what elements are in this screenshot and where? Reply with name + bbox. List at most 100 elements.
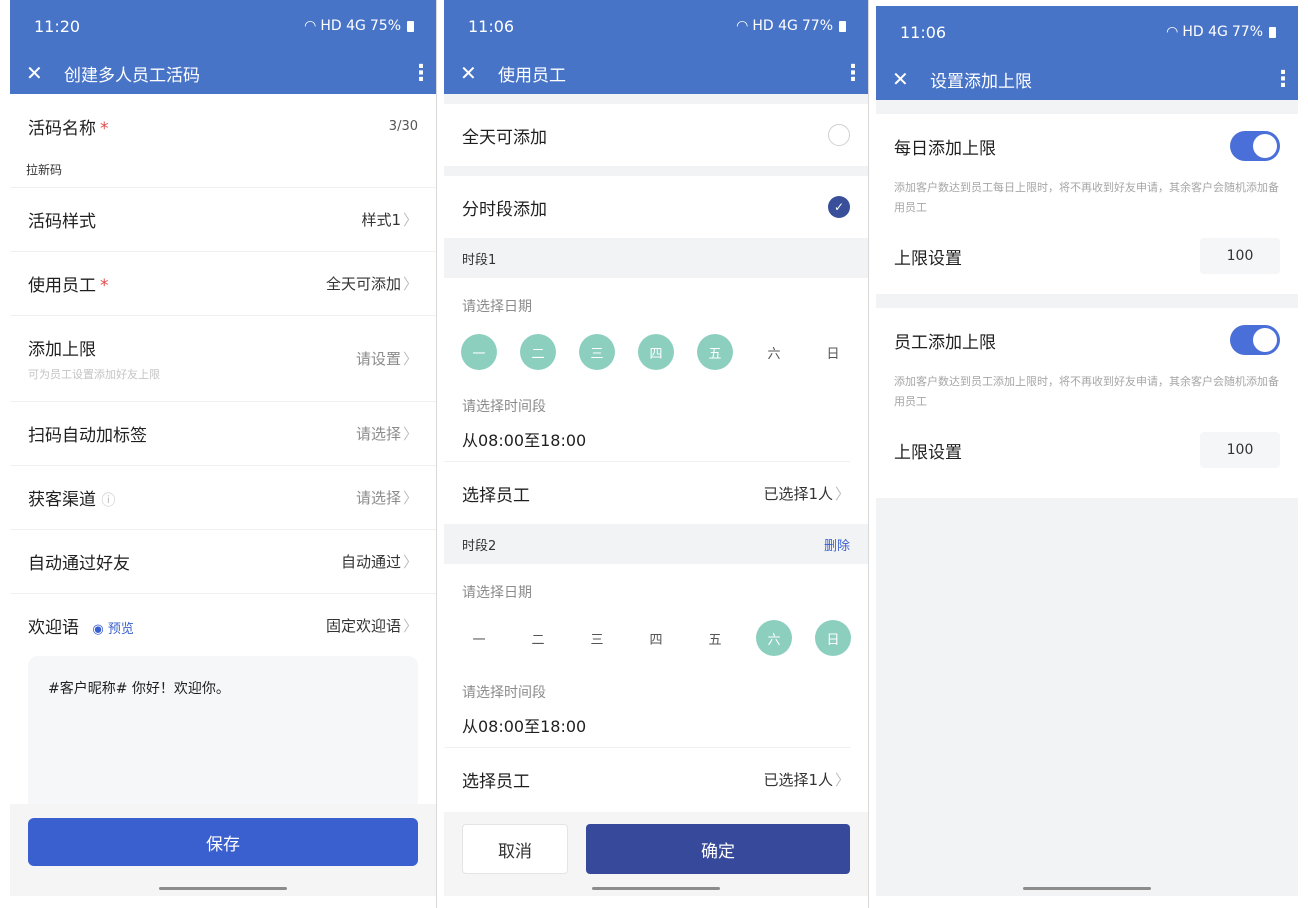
- channel-label: 获客渠道 ⓘ: [28, 490, 116, 510]
- allday-option[interactable]: 全天可添加: [444, 104, 868, 166]
- char-counter: 3/30: [388, 119, 418, 134]
- radio-checked-icon[interactable]: ✓: [828, 196, 850, 218]
- close-icon[interactable]: ✕: [460, 61, 492, 85]
- battery-level: 75%: [369, 18, 401, 34]
- cancel-button[interactable]: 取消: [462, 824, 568, 874]
- day-chip[interactable]: 二: [520, 620, 556, 656]
- limit-row[interactable]: 添加上限 可为员工设置添加好友上限 请设置〉: [10, 316, 436, 402]
- period1-header: 时段1: [444, 238, 868, 278]
- name-input[interactable]: 拉新码: [26, 161, 418, 178]
- day-chip[interactable]: 二: [520, 334, 556, 370]
- welcome-text-box[interactable]: #客户昵称# 你好！欢迎你。: [28, 656, 418, 826]
- date-hint: 请选择日期: [462, 585, 532, 601]
- empty-area: [876, 498, 1298, 896]
- daily-limit-input[interactable]: 100: [1200, 238, 1280, 274]
- limit-setting-label: 上限设置: [894, 248, 962, 269]
- period1-days: 一 二 三 四 五 六 日: [444, 334, 868, 370]
- more-icon[interactable]: ⋮: [1272, 67, 1294, 92]
- style-row[interactable]: 活码样式 样式1 〉: [10, 188, 436, 252]
- toggle-knob: [1253, 134, 1277, 158]
- staff-limit-input[interactable]: 100: [1200, 432, 1280, 468]
- day-chip[interactable]: 三: [579, 334, 615, 370]
- section-gap: [444, 166, 868, 176]
- footer: 保存: [10, 804, 436, 896]
- day-chip[interactable]: 日: [815, 334, 851, 370]
- chevron-right-icon: 〉: [402, 425, 418, 443]
- home-indicator: [1023, 887, 1151, 890]
- timed-option[interactable]: 分时段添加 ✓: [444, 176, 868, 238]
- battery-level: 77%: [801, 18, 833, 34]
- close-icon[interactable]: ✕: [26, 61, 58, 85]
- status-bar: 11:20 ◠ HD 4G 75%: [10, 0, 436, 52]
- more-icon[interactable]: ⋮: [410, 61, 432, 86]
- day-chip[interactable]: 日: [815, 620, 851, 656]
- style-value: 样式1: [361, 211, 401, 229]
- use-staff-screen: 11:06 ◠ HD 4G 77% ✕ 使用员工 ⋮ 全天可添加 分时段添加 ✓…: [444, 0, 868, 896]
- limit-setting-label: 上限设置: [894, 442, 962, 463]
- staff-row[interactable]: 使用员工 * 全天可添加〉: [10, 252, 436, 316]
- battery-icon: [407, 20, 414, 32]
- auto-accept-row[interactable]: 自动通过好友 自动通过〉: [10, 530, 436, 594]
- date-hint: 请选择日期: [462, 299, 532, 315]
- limit-sub: 可为员工设置添加好友上限: [28, 368, 160, 381]
- day-chip[interactable]: 六: [756, 620, 792, 656]
- battery-icon: [839, 20, 846, 32]
- app-bar: ✕ 创建多人员工活码 ⋮: [10, 52, 436, 94]
- staff-limit-label: 员工添加上限: [894, 332, 996, 353]
- time-value[interactable]: 从08:00至18:00: [444, 427, 604, 451]
- status-icons: ◠ HD 4G 75%: [304, 18, 414, 34]
- day-chip[interactable]: 三: [579, 620, 615, 656]
- chevron-right-icon: 〉: [834, 484, 850, 503]
- delete-link[interactable]: 删除: [824, 535, 850, 554]
- daily-limit-toggle[interactable]: [1230, 131, 1280, 161]
- auto-accept-value: 自动通过: [340, 553, 401, 571]
- preview-link[interactable]: ◉ 预览: [92, 622, 134, 637]
- staff-limit-row: 员工添加上限: [876, 308, 1298, 372]
- status-time: 11:06: [468, 16, 515, 36]
- confirm-button[interactable]: 确定: [586, 824, 850, 874]
- add-limit-screen: 11:06 ◠ HD 4G 77% ✕ 设置添加上限 ⋮ 每日添加上限 添加客户…: [876, 6, 1298, 896]
- allday-label: 全天可添加: [462, 127, 547, 148]
- day-chip[interactable]: 一: [461, 334, 497, 370]
- day-chip[interactable]: 五: [697, 620, 733, 656]
- time-value[interactable]: 从08:00至18:00: [444, 713, 604, 737]
- staff-limit-desc: 添加客户数达到员工添加上限时，将不再收到好友申请，其余客户会随机添加备用员工: [894, 375, 1279, 408]
- page-title: 设置添加上限: [930, 71, 1032, 92]
- daily-limit-label: 每日添加上限: [894, 138, 996, 159]
- staff-limit-toggle[interactable]: [1230, 325, 1280, 355]
- daily-limit-setting: 上限设置 100: [876, 218, 1298, 294]
- wifi-icon: ◠: [1166, 24, 1179, 40]
- tag-label: 扫码自动加标签: [28, 426, 147, 446]
- divider: [868, 0, 869, 908]
- limit-label: 添加上限: [28, 340, 96, 360]
- chevron-right-icon: 〉: [834, 770, 850, 789]
- chevron-right-icon: 〉: [402, 275, 418, 293]
- day-chip[interactable]: 四: [638, 334, 674, 370]
- day-chip[interactable]: 五: [697, 334, 733, 370]
- wifi-icon: ◠: [304, 18, 317, 34]
- day-chip[interactable]: 四: [638, 620, 674, 656]
- info-icon[interactable]: ⓘ: [101, 493, 115, 509]
- tag-value: 请选择: [355, 425, 401, 443]
- staff-label: 使用员工 *: [28, 276, 109, 296]
- period2-title: 时段2: [462, 538, 497, 554]
- close-icon[interactable]: ✕: [892, 67, 924, 91]
- toggle-knob: [1253, 328, 1277, 352]
- more-icon[interactable]: ⋮: [842, 61, 864, 86]
- period1-staff-row[interactable]: 选择员工 已选择1人〉: [444, 462, 868, 524]
- divider: [436, 0, 437, 908]
- name-field[interactable]: 活码名称 * 3/30 拉新码: [10, 94, 436, 188]
- save-button[interactable]: 保存: [28, 818, 418, 866]
- channel-row[interactable]: 获客渠道 ⓘ 请选择〉: [10, 466, 436, 530]
- page-title: 使用员工: [498, 65, 566, 86]
- status-icons: ◠ HD 4G 77%: [1166, 24, 1276, 40]
- welcome-row[interactable]: 欢迎语 ◉ 预览 固定欢迎语〉: [10, 594, 436, 656]
- radio-unchecked-icon[interactable]: [828, 124, 850, 146]
- period2-staff-row[interactable]: 选择员工 已选择1人〉: [444, 748, 868, 810]
- day-chip[interactable]: 六: [756, 334, 792, 370]
- chevron-right-icon: 〉: [402, 489, 418, 507]
- day-chip[interactable]: 一: [461, 620, 497, 656]
- style-label: 活码样式: [28, 212, 96, 232]
- daily-limit-row: 每日添加上限: [876, 114, 1298, 178]
- tag-row[interactable]: 扫码自动加标签 请选择〉: [10, 402, 436, 466]
